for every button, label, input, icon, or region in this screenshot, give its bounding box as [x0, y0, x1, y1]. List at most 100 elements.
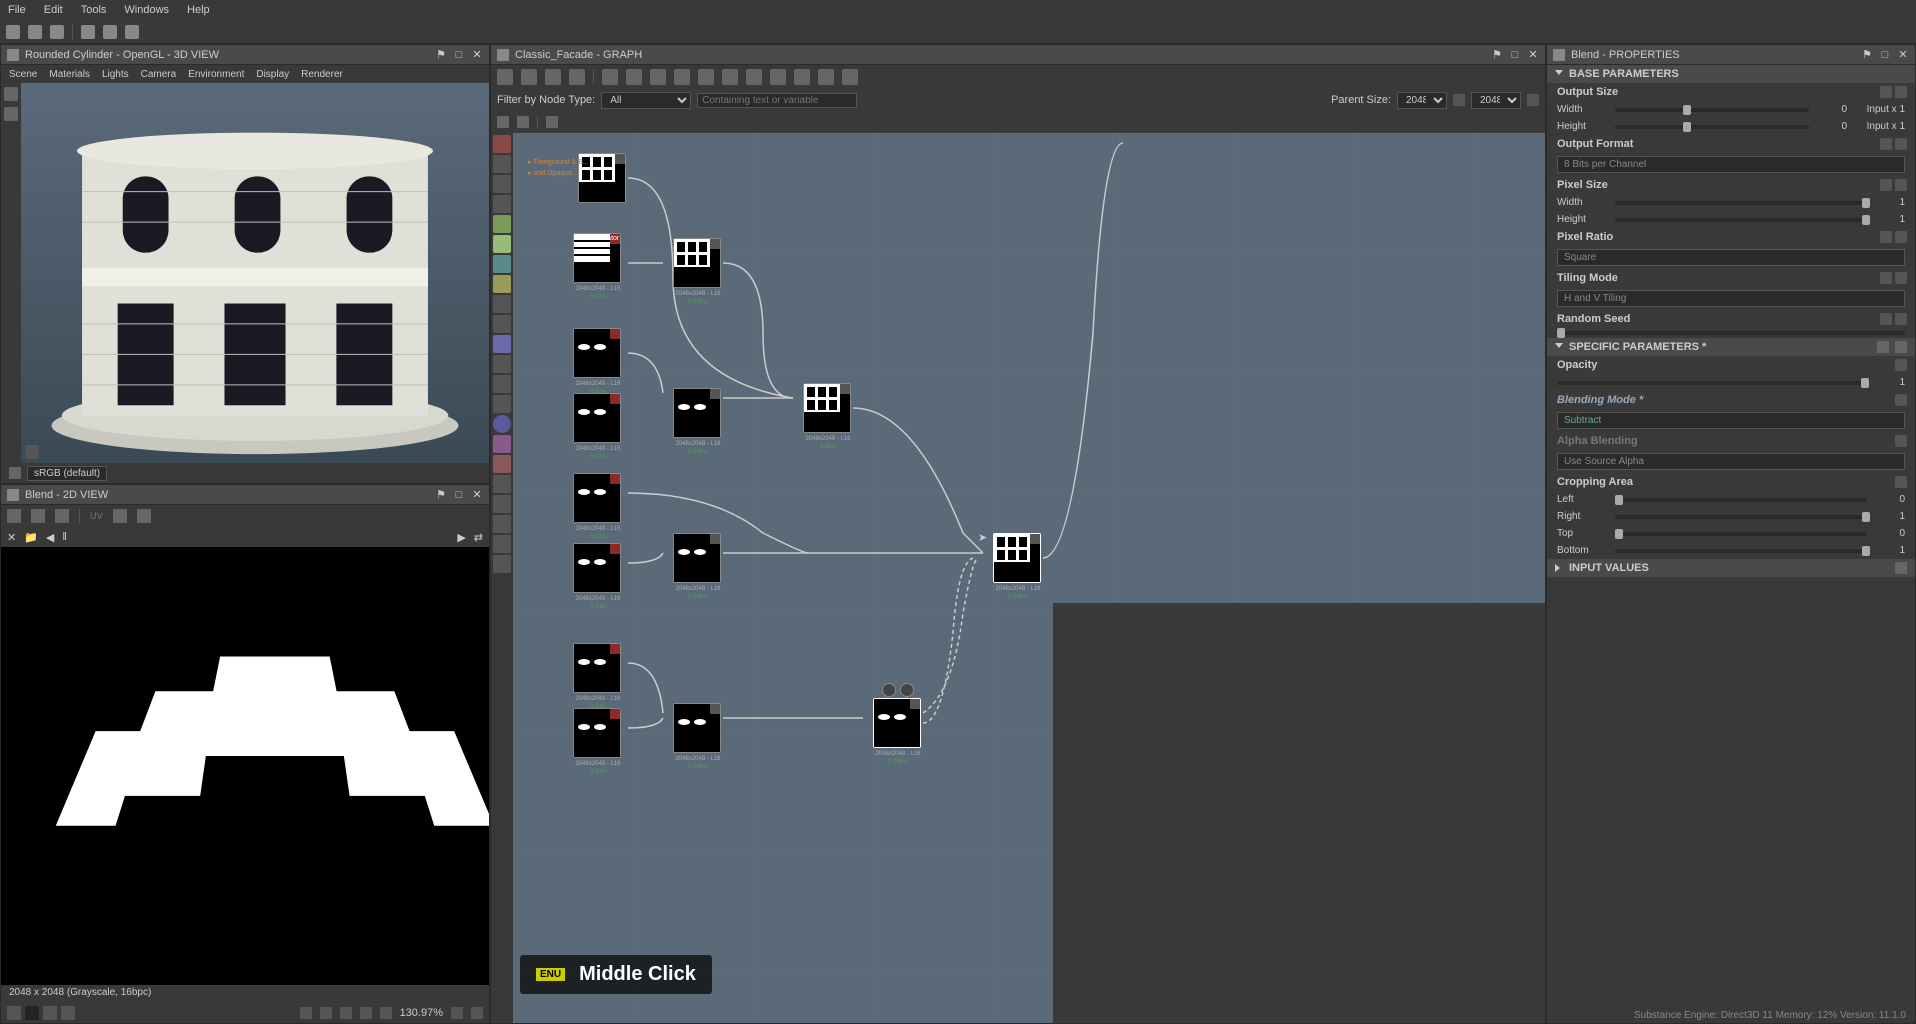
pause-icon[interactable]: ‖ — [62, 531, 67, 543]
pin-icon[interactable]: ⚑ — [435, 489, 447, 501]
crop-left-slider[interactable] — [1615, 498, 1867, 502]
lib-normal-icon[interactable] — [493, 335, 511, 353]
filter-text-input[interactable] — [697, 93, 857, 108]
sub-icon-3[interactable] — [546, 116, 558, 128]
lib-comment-icon[interactable] — [493, 555, 511, 573]
close-icon[interactable]: ✕ — [471, 49, 483, 61]
lib-shuffle-icon[interactable] — [493, 195, 511, 213]
lib-atomic-icon[interactable] — [493, 135, 511, 153]
reset-icon[interactable] — [1895, 138, 1907, 150]
zoom-icon[interactable] — [602, 69, 618, 85]
node-mirror-3[interactable]: Mirror Grayscale 2048x2048 - L16 0.1ms — [573, 473, 621, 523]
maximize-icon[interactable]: □ — [1509, 49, 1521, 61]
move-icon[interactable] — [521, 69, 537, 85]
tab-environment[interactable]: Environment — [188, 69, 244, 80]
lib-gradient-icon[interactable] — [493, 215, 511, 233]
tab-materials[interactable]: Materials — [49, 69, 90, 80]
settings-icon[interactable] — [471, 1007, 483, 1019]
center-icon[interactable] — [340, 1007, 352, 1019]
lib-grid-icon[interactable] — [493, 295, 511, 313]
fit-icon[interactable] — [360, 1007, 372, 1019]
crop-bottom-slider[interactable] — [1615, 549, 1867, 553]
tab-lights[interactable]: Lights — [102, 69, 129, 80]
reset-size-icon[interactable] — [1527, 94, 1539, 106]
lib-input-icon[interactable] — [493, 515, 511, 533]
menu-help[interactable]: Help — [187, 4, 210, 16]
lib-warp-icon[interactable] — [493, 355, 511, 373]
sub-icon-1[interactable] — [497, 116, 509, 128]
camera-icon[interactable] — [545, 69, 561, 85]
select-icon[interactable] — [497, 69, 513, 85]
lib-color-icon[interactable] — [493, 275, 511, 293]
node-badge-icon[interactable] — [900, 683, 914, 697]
loop-icon[interactable]: ⇄ — [474, 531, 483, 544]
black-icon[interactable] — [25, 1006, 39, 1020]
graph-canvas[interactable]: Blend ▸ Foreground & B... ▸ and Opaque..… — [513, 133, 1545, 1023]
crop-right-slider[interactable] — [1615, 515, 1867, 519]
reset-icon[interactable] — [1895, 272, 1907, 284]
filter-type-select[interactable]: All — [601, 92, 691, 109]
tiling-select[interactable]: H and V Tiling — [1557, 290, 1905, 307]
alpha-select[interactable]: Use Source Alpha — [1557, 453, 1905, 470]
lib-text-icon[interactable] — [493, 455, 511, 473]
redo-icon[interactable] — [103, 25, 117, 39]
reset-icon[interactable] — [1895, 435, 1907, 447]
tab-display[interactable]: Display — [256, 69, 289, 80]
ratio-select[interactable]: Square — [1557, 249, 1905, 266]
reset-icon[interactable] — [1895, 231, 1907, 243]
reset-icon[interactable] — [1895, 359, 1907, 371]
lock-icon[interactable] — [451, 1007, 463, 1019]
node-mirror-2[interactable]: Mirror Grayscale 2048x2048 - L16 0.1ms — [573, 393, 621, 443]
parent-height-select[interactable]: 2048 — [1471, 92, 1521, 109]
menu-file[interactable]: File — [8, 4, 26, 16]
link-icon[interactable] — [1880, 138, 1892, 150]
export-icon[interactable] — [50, 25, 64, 39]
link-icon[interactable] — [1880, 231, 1892, 243]
viewport-3d[interactable] — [21, 83, 489, 463]
pin-icon[interactable]: ⚑ — [1861, 49, 1873, 61]
blending-select[interactable]: Subtract — [1557, 412, 1905, 429]
lib-uniform-icon[interactable] — [493, 375, 511, 393]
histogram-icon[interactable] — [137, 509, 151, 523]
link-icon[interactable] — [1880, 272, 1892, 284]
lib-curve-icon[interactable] — [493, 235, 511, 253]
graph-tool-icon[interactable] — [650, 69, 666, 85]
node-blend-4[interactable]: Blend 2048x2048 - L16 4.5ms — [803, 383, 851, 433]
tab-scene[interactable]: Scene — [9, 69, 37, 80]
parent-width-select[interactable]: 2048 — [1397, 92, 1447, 109]
reset-icon[interactable] — [1895, 341, 1907, 353]
group-icon[interactable] — [698, 69, 714, 85]
align-icon[interactable] — [674, 69, 690, 85]
node-blend-6[interactable]: Blend 2048x2048 - L16 0.19ms — [673, 703, 721, 753]
width-slider[interactable] — [1615, 108, 1809, 112]
node-mirror-1[interactable]: Mirror Grayscale 2048x2048 - L16 0.1ms — [573, 328, 621, 378]
lib-output-icon[interactable] — [493, 535, 511, 553]
colorspace-dropdown[interactable]: sRGB (default) — [27, 466, 107, 481]
section-input-values[interactable]: INPUT VALUES — [1547, 559, 1915, 577]
lib-channel-icon[interactable] — [493, 315, 511, 333]
lib-sphere-icon[interactable] — [493, 415, 511, 433]
node-badge-icon[interactable] — [882, 683, 896, 697]
light-icon[interactable] — [4, 107, 18, 121]
lib-fx-icon[interactable] — [493, 435, 511, 453]
close-icon[interactable]: ✕ — [1897, 49, 1909, 61]
grid-icon[interactable] — [300, 1007, 312, 1019]
close-icon[interactable]: ✕ — [471, 489, 483, 501]
pheight-slider[interactable] — [1615, 218, 1867, 222]
save-icon[interactable] — [31, 509, 45, 523]
opacity-slider[interactable] — [1557, 381, 1867, 385]
node-blend-7[interactable]: Blend 2048x2048 - L16 0.19ms — [873, 698, 921, 748]
reset-icon[interactable] — [1895, 394, 1907, 406]
folder-icon[interactable]: 📁 — [24, 531, 38, 544]
reset-icon[interactable] — [1895, 476, 1907, 488]
link-size-icon[interactable] — [1453, 94, 1465, 106]
open-icon[interactable] — [28, 25, 42, 39]
frame-icon[interactable] — [818, 69, 834, 85]
pin-icon[interactable]: ⚑ — [1491, 49, 1503, 61]
format-select[interactable]: 8 Bits per Channel — [1557, 156, 1905, 173]
camera-icon[interactable] — [4, 87, 18, 101]
link-icon[interactable] — [1880, 86, 1892, 98]
close-icon[interactable]: ✕ — [1527, 49, 1539, 61]
reset-icon[interactable] — [1895, 313, 1907, 325]
tab-camera[interactable]: Camera — [141, 69, 177, 80]
